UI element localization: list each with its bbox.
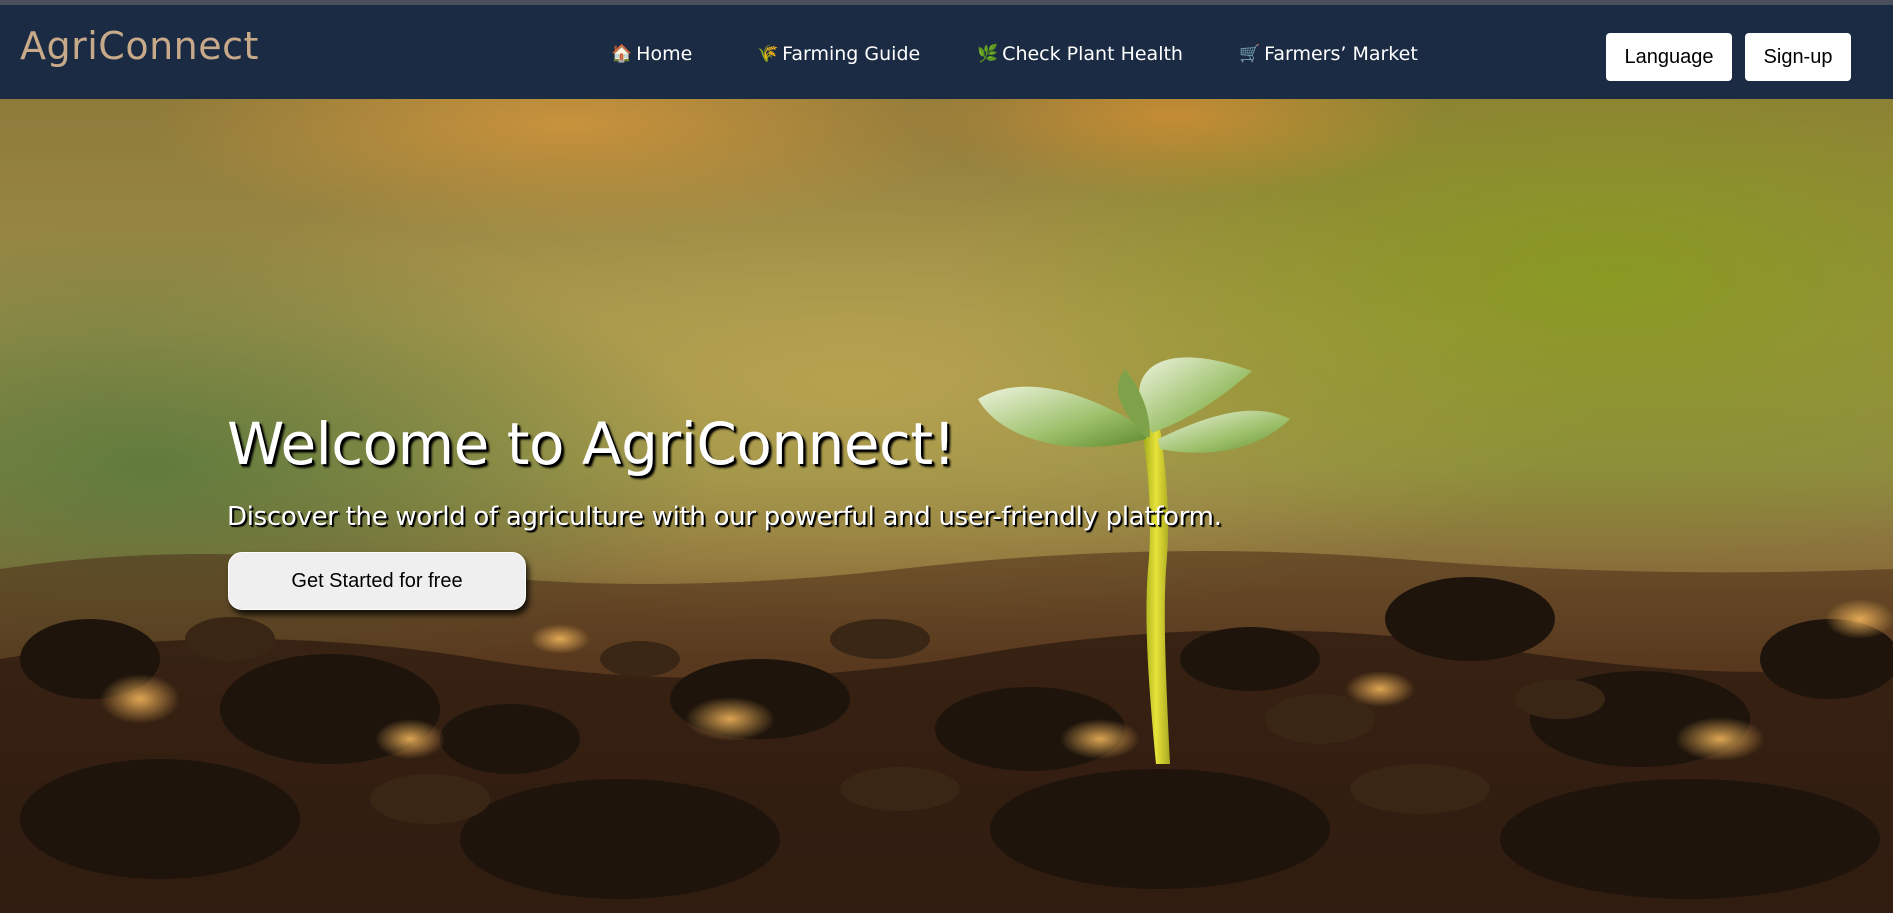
hero-section: Welcome to AgriConnect! Discover the wor… [0,99,1893,913]
nav-item-farmers-market[interactable]: 🛒 Farmers’ Market [1239,43,1418,65]
hero-subtitle: Discover the world of agriculture with o… [227,502,1222,532]
nav-item-label: Home [636,43,693,65]
nav-item-home[interactable]: 🏠 Home [611,43,692,65]
language-button[interactable]: Language [1606,33,1732,81]
nav-item-farming-guide[interactable]: 🌾 Farming Guide [757,43,920,65]
site-logo[interactable]: AgriConnect [20,27,259,65]
herb-icon: 🌿 [977,43,999,64]
navbar: AgriConnect 🏠 Home 🌾 Farming Guide 🌿 Che… [0,5,1893,99]
nav-item-label: Farming Guide [782,43,921,65]
hero-title: Welcome to AgriConnect! [227,410,956,478]
nav-item-label: Check Plant Health [1002,43,1183,65]
signup-button[interactable]: Sign-up [1745,33,1851,81]
corn-icon: 🌾 [757,43,779,64]
house-icon: 🏠 [611,43,633,64]
nav-item-check-plant-health[interactable]: 🌿 Check Plant Health [977,43,1183,65]
get-started-button[interactable]: Get Started for free [228,552,526,610]
nav-item-label: Farmers’ Market [1264,43,1418,65]
cart-icon: 🛒 [1239,43,1261,64]
